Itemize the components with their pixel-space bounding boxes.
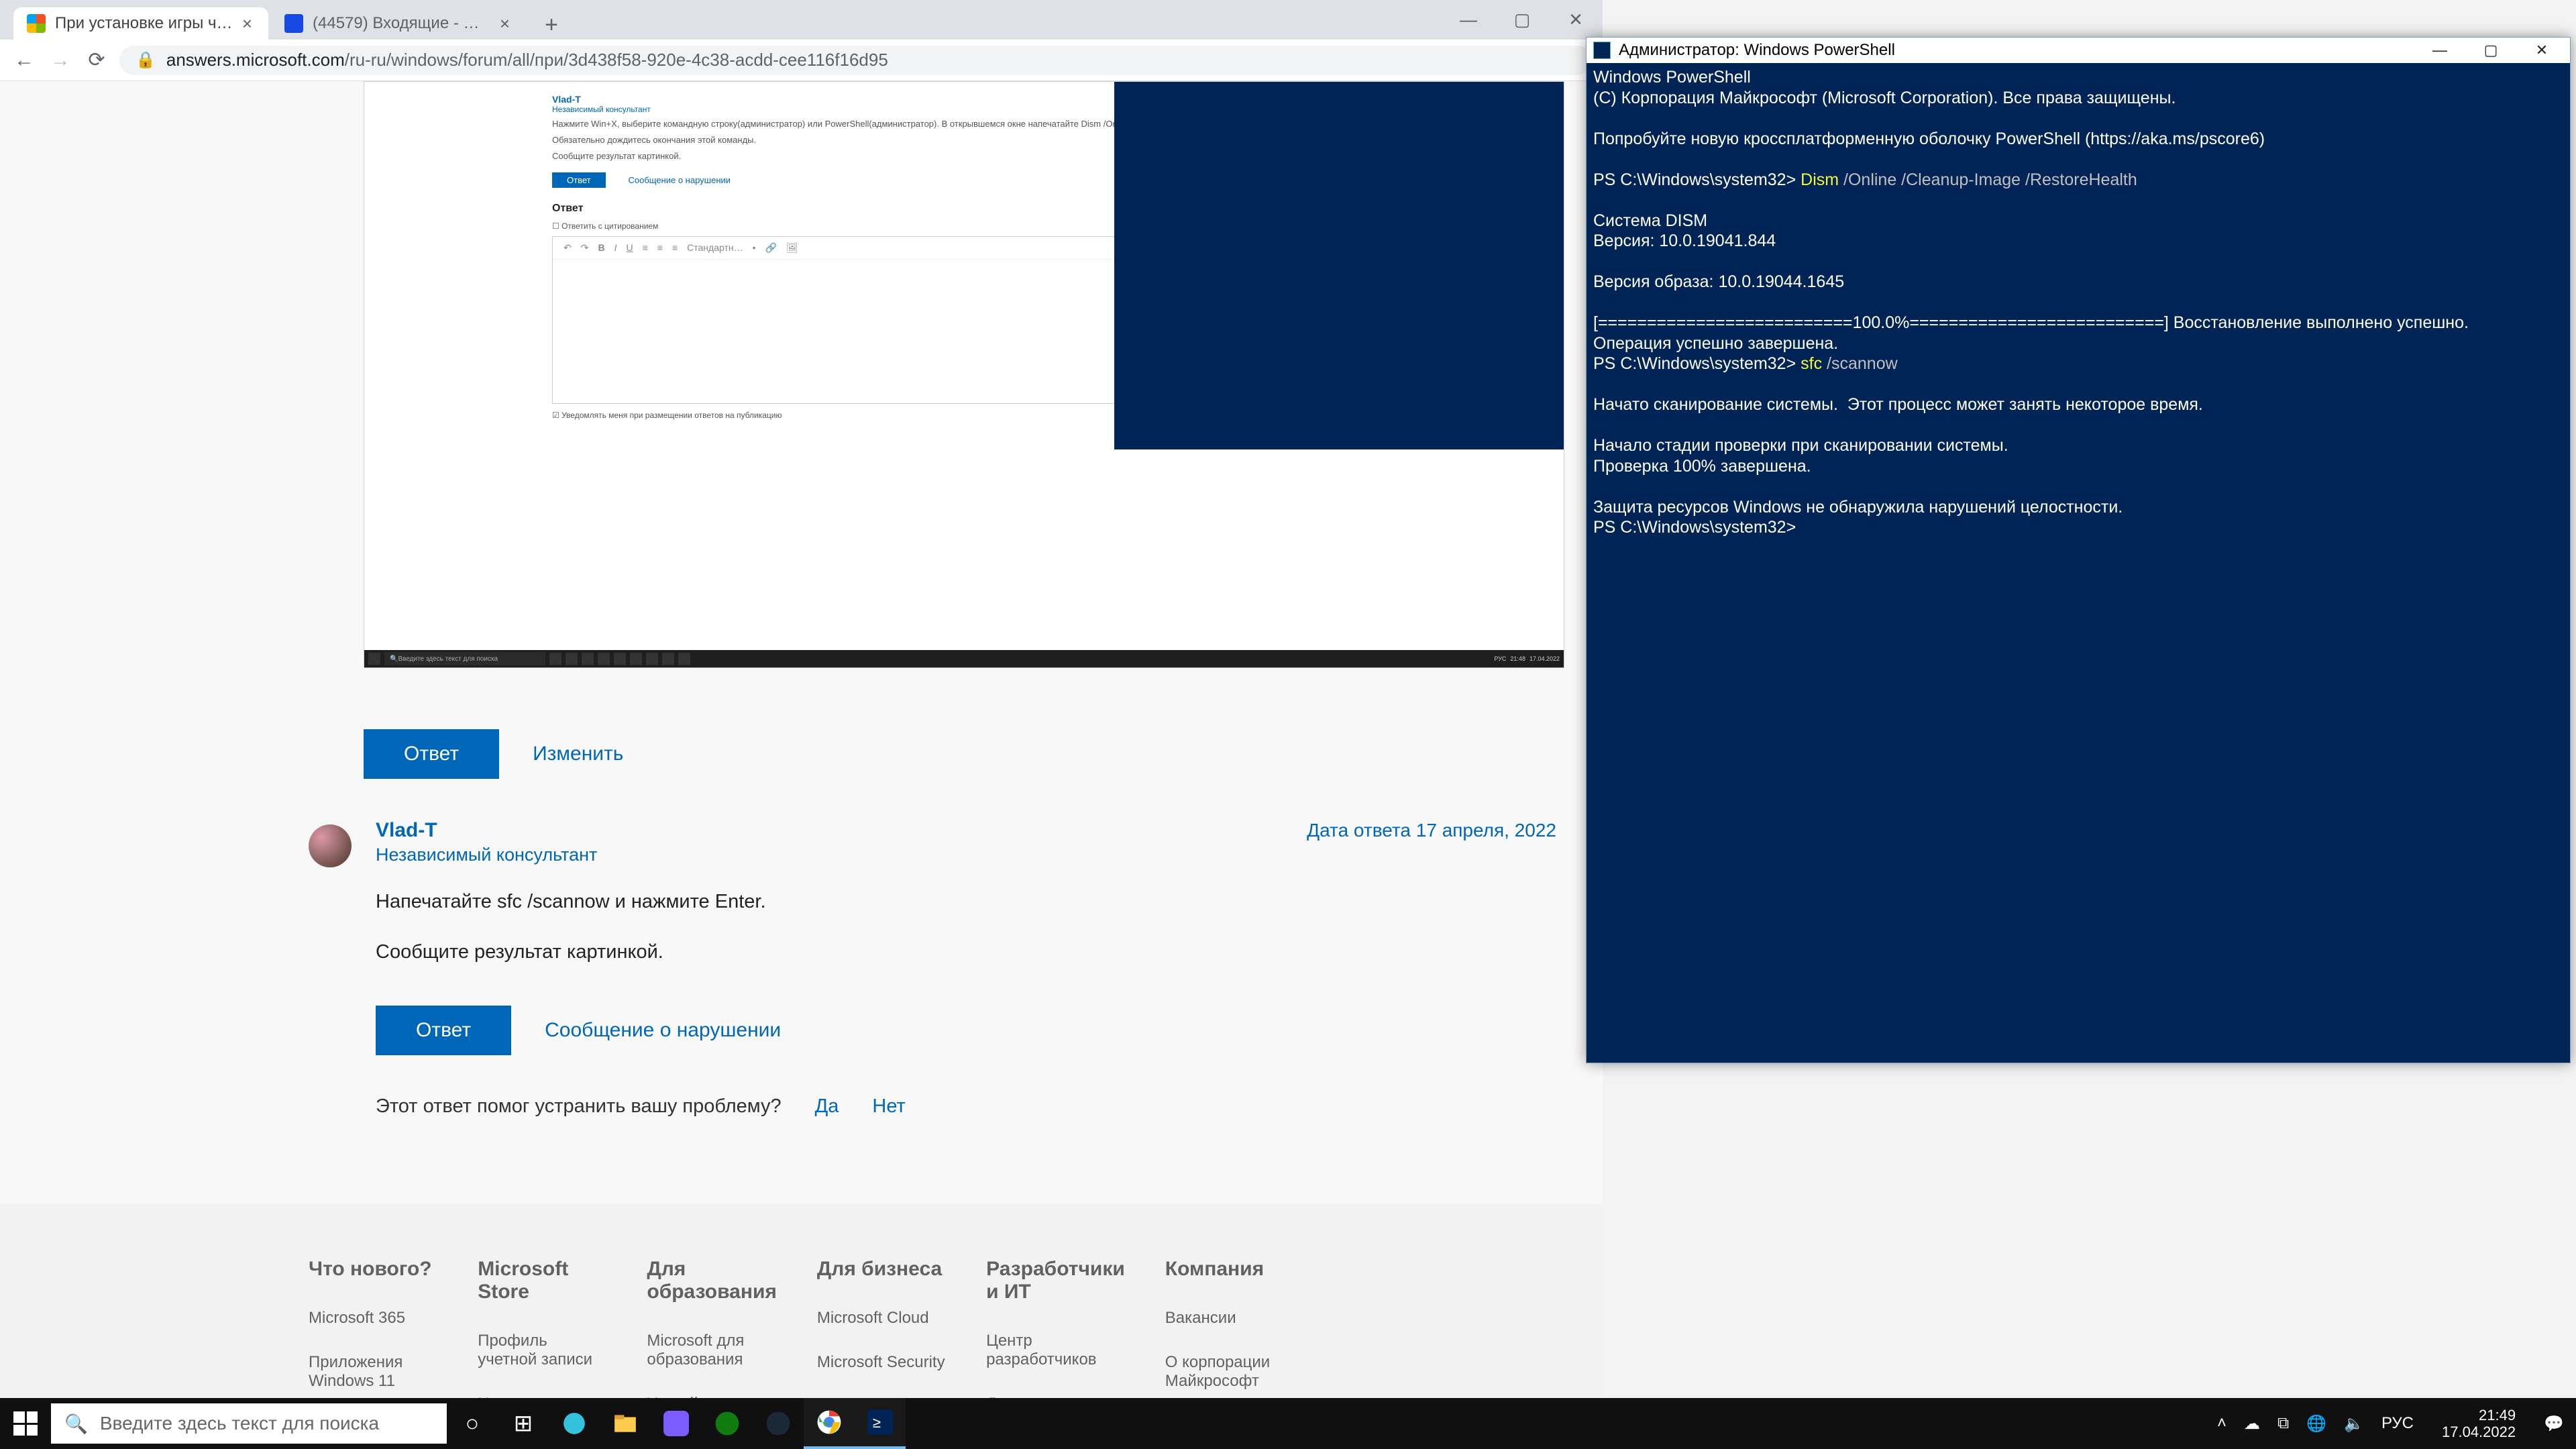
start-button[interactable] — [0, 1398, 51, 1449]
post-p2: Сообщите результат картинкой. — [376, 938, 1556, 966]
mini-tray: РУС 21:48 17.04.2022 — [1494, 655, 1560, 662]
notifications-icon[interactable]: 💬 — [2544, 1414, 2564, 1434]
post-answer-button[interactable]: Ответ — [376, 1006, 511, 1055]
clock-date: 17.04.2022 — [2442, 1424, 2516, 1440]
under-buttons: Ответ Изменить — [364, 729, 623, 779]
mini-taskbar: 🔍 Введите здесь текст для поиска РУС 21:… — [364, 650, 1564, 667]
windows-taskbar: 🔍 Введите здесь текст для поиска ○ ⊞ ≥ ˄ … — [0, 1398, 2576, 1449]
tray-onedrive-icon[interactable]: ☁ — [2244, 1414, 2260, 1434]
post-p1: Напечатайте sfc /scannow и нажмите Enter… — [376, 888, 1556, 916]
feedback-row: Этот ответ помог устранить вашу проблему… — [376, 1095, 1556, 1118]
tray-network-icon[interactable]: 🌐 — [2306, 1414, 2326, 1434]
post-report-link[interactable]: Сообщение о нарушении — [545, 1019, 781, 1042]
powershell-window: Администратор: Windows PowerShell — ▢ ✕ … — [1586, 37, 2571, 1063]
f-c4-l2[interactable]: Microsoft Security — [817, 1353, 946, 1372]
ps-titlebar[interactable]: Администратор: Windows PowerShell — ▢ ✕ — [1587, 38, 2570, 63]
window-controls: — ▢ ✕ — [1442, 0, 1603, 40]
tray-meet-icon[interactable]: ⧉ — [2277, 1414, 2289, 1433]
tab-2[interactable]: (44579) Входящие - Почта Mail… × — [271, 7, 526, 40]
new-tab-button[interactable]: + — [537, 10, 566, 40]
svg-text:≥: ≥ — [873, 1414, 881, 1431]
edge-icon[interactable] — [549, 1398, 600, 1449]
f-c3-h: Для образования — [647, 1258, 777, 1303]
answer-post: Vlad-T Дата ответа 17 апреля, 2022 Незав… — [309, 819, 1556, 1118]
clock-time: 21:49 — [2442, 1407, 2516, 1424]
mini-powershell — [1114, 82, 1564, 449]
avatar — [309, 824, 352, 867]
page-viewport: Дата ответа 17 апреля, 2022 Vlad-T Незав… — [0, 81, 1603, 1419]
taskbar-search[interactable]: 🔍 Введите здесь текст для поиска — [51, 1403, 447, 1444]
ps-minimize-button[interactable]: — — [2418, 42, 2461, 59]
mini-answer-button[interactable]: Ответ — [552, 172, 606, 188]
tray-volume-icon[interactable]: 🔈 — [2344, 1414, 2364, 1434]
answer-button[interactable]: Ответ — [364, 729, 499, 779]
feedback-question: Этот ответ помог устранить вашу проблему… — [376, 1095, 782, 1118]
explorer-icon[interactable] — [600, 1398, 651, 1449]
tab-1[interactable]: При установке игры через Micr… × — [13, 7, 268, 40]
edit-link[interactable]: Изменить — [533, 743, 623, 765]
mini-start-icon — [368, 653, 380, 665]
task-view-icon[interactable]: ⊞ — [498, 1398, 549, 1449]
url-text: answers.microsoft.com/ru-ru/windows/foru… — [166, 50, 888, 70]
f-c4-l1[interactable]: Microsoft Cloud — [817, 1309, 946, 1328]
f-c6-l1[interactable]: Вакансии — [1165, 1309, 1294, 1328]
windows-logo-icon — [13, 1411, 38, 1436]
feedback-yes[interactable]: Да — [815, 1095, 839, 1118]
search-icon: 🔍 — [64, 1413, 88, 1435]
address-bar[interactable]: 🔒 answers.microsoft.com/ru-ru/windows/fo… — [119, 46, 1592, 75]
cortana-icon[interactable]: ○ — [447, 1398, 498, 1449]
page-footer: Что нового? Microsoft 365 Приложения Windo… — [0, 1204, 1603, 1419]
forward-button[interactable]: → — [47, 47, 74, 74]
post-role: Независимый консультант — [376, 845, 1556, 865]
f-c1-l2[interactable]: Приложения Windows 11 — [309, 1353, 437, 1391]
f-c1-h: Что нового? — [309, 1258, 437, 1281]
ps-terminal[interactable]: Windows PowerShell (C) Корпорация Майкро… — [1587, 63, 2570, 1063]
chrome-taskbar-icon[interactable] — [804, 1398, 855, 1449]
lock-icon: 🔒 — [136, 50, 156, 70]
system-tray: ˄ ☁ ⧉ 🌐 🔈 РУС 21:49 17.04.2022 💬 — [2205, 1407, 2576, 1441]
f-c4-h: Для бизнеса — [817, 1258, 946, 1281]
close-icon[interactable]: × — [500, 13, 510, 34]
f-c5-h: Разработчики и ИТ — [986, 1258, 1125, 1303]
f-c2-l1[interactable]: Профиль учетной записи — [478, 1332, 606, 1369]
taskbar-icons: ○ ⊞ ≥ — [447, 1398, 906, 1449]
chrome-window: При установке игры через Micr… × (44579)… — [0, 0, 1603, 1419]
reload-button[interactable]: ⟳ — [83, 47, 110, 74]
powershell-taskbar-icon[interactable]: ≥ — [855, 1398, 906, 1449]
back-button[interactable]: ← — [11, 47, 38, 74]
close-button[interactable]: ✕ — [1549, 0, 1603, 40]
ps-close-button[interactable]: ✕ — [2520, 42, 2563, 59]
address-bar-row: ← → ⟳ 🔒 answers.microsoft.com/ru-ru/wind… — [0, 40, 1603, 81]
f-c5-l1[interactable]: Центр разработчиков — [986, 1332, 1125, 1369]
feedback-no[interactable]: Нет — [872, 1095, 905, 1118]
f-c2-h: Microsoft Store — [478, 1258, 606, 1303]
embedded-screenshot: Дата ответа 17 апреля, 2022 Vlad-T Незав… — [364, 81, 1564, 668]
tray-chevron-icon[interactable]: ˄ — [2217, 1414, 2226, 1433]
f-c3-l1[interactable]: Microsoft для образования — [647, 1332, 777, 1369]
powershell-icon — [1593, 42, 1611, 59]
steam-icon[interactable] — [753, 1398, 804, 1449]
mini-search: 🔍 Введите здесь текст для поиска — [384, 652, 545, 665]
xbox-icon[interactable] — [702, 1398, 753, 1449]
search-placeholder: Введите здесь текст для поиска — [100, 1413, 379, 1434]
maximize-button[interactable]: ▢ — [1495, 0, 1549, 40]
post-date: Дата ответа 17 апреля, 2022 — [1307, 820, 1556, 841]
tab-2-title: (44579) Входящие - Почта Mail… — [313, 14, 490, 33]
favicon-mail-icon — [284, 14, 303, 33]
f-c6-l2[interactable]: О корпорации Майкрософт — [1165, 1353, 1294, 1391]
f-c6-h: Компания — [1165, 1258, 1294, 1281]
tray-lang[interactable]: РУС — [2381, 1414, 2414, 1433]
taskbar-clock[interactable]: 21:49 17.04.2022 — [2431, 1407, 2526, 1441]
f-c1-l1[interactable]: Microsoft 365 — [309, 1309, 437, 1328]
mini-report-link[interactable]: Сообщение о нарушении — [628, 175, 731, 185]
ps-title-text: Администратор: Windows PowerShell — [1619, 41, 1895, 60]
minimize-button[interactable]: — — [1442, 0, 1495, 40]
app-purple-icon[interactable] — [651, 1398, 702, 1449]
favicon-ms-icon — [27, 14, 46, 33]
tab-strip: При установке игры через Micr… × (44579)… — [0, 0, 1603, 40]
ps-maximize-button[interactable]: ▢ — [2469, 42, 2512, 59]
close-icon[interactable]: × — [242, 13, 252, 34]
post-author[interactable]: Vlad-T — [376, 819, 437, 842]
tab-1-title: При установке игры через Micr… — [55, 14, 233, 33]
